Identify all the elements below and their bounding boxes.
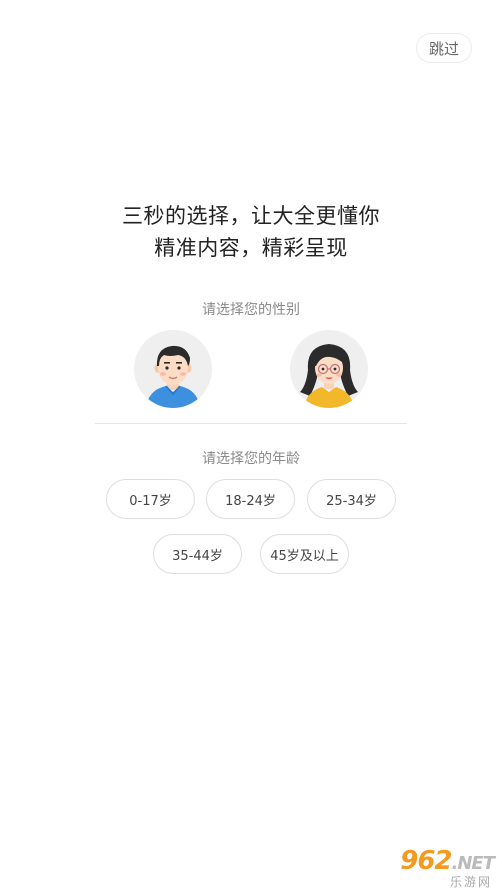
male-option[interactable] [134, 330, 212, 408]
watermark-subtitle: 乐游网 [449, 875, 492, 889]
watermark-brand-number: 962 [400, 846, 452, 876]
headline: 三秒的选择，让大全更懂你 精准内容，精彩呈现 [0, 200, 502, 264]
age-option-0-17[interactable]: 0-17岁 [106, 479, 195, 519]
headline-line-2: 精准内容，精彩呈现 [154, 236, 348, 260]
skip-button[interactable]: 跳过 [416, 33, 472, 63]
watermark-logo: 962.NET 乐游网 [366, 848, 498, 890]
female-option[interactable] [290, 330, 368, 408]
headline-line-1: 三秒的选择，让大全更懂你 [122, 204, 380, 228]
age-option-35-44[interactable]: 35-44岁 [153, 534, 242, 574]
age-option-18-24[interactable]: 18-24岁 [206, 479, 295, 519]
age-option-25-34[interactable]: 25-34岁 [307, 479, 396, 519]
age-option-45-plus[interactable]: 45岁及以上 [260, 534, 349, 574]
female-avatar-icon [300, 344, 358, 408]
gender-prompt: 请选择您的性别 [202, 302, 300, 318]
divider [95, 423, 407, 424]
watermark-brand-suffix: .NET [451, 853, 495, 874]
age-prompt: 请选择您的年龄 [202, 451, 300, 467]
male-avatar-icon [146, 345, 200, 408]
